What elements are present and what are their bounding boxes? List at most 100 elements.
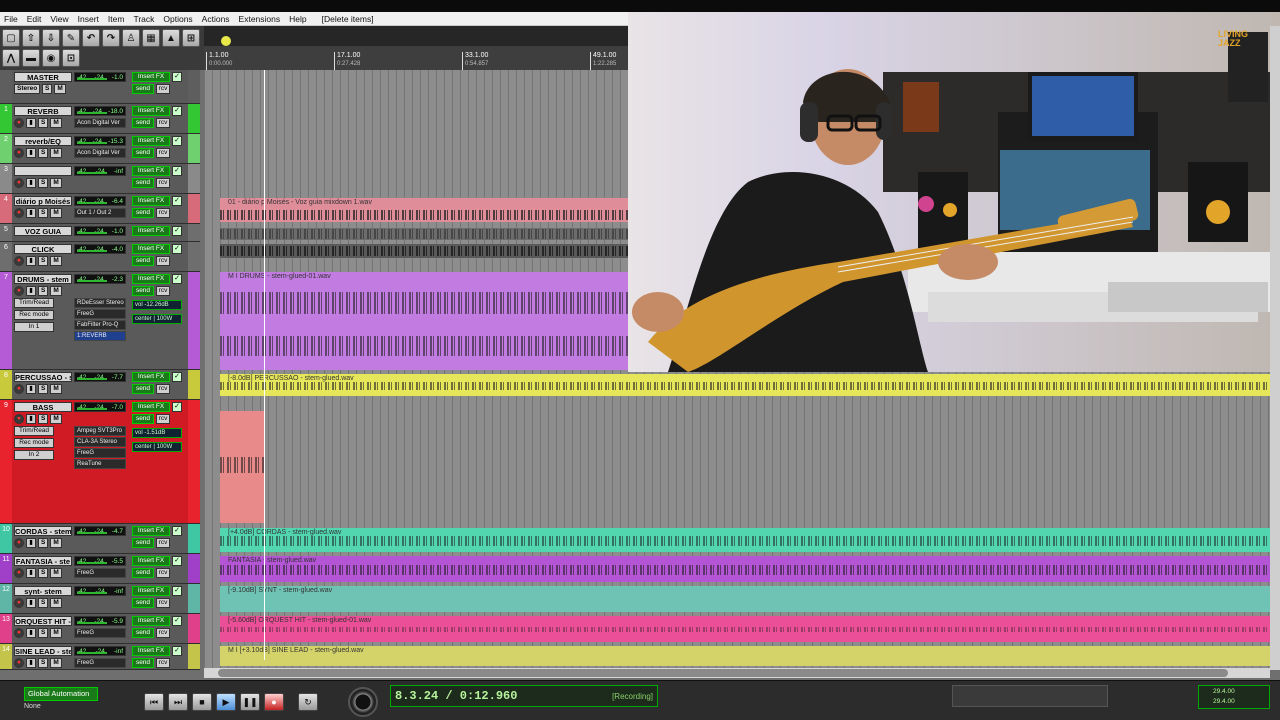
track-name[interactable]: reverb/EQ (14, 136, 72, 146)
new-project-icon[interactable]: ▢ (2, 29, 20, 47)
volume-readout[interactable]: vol -1.51dB (132, 428, 182, 438)
track-name[interactable]: ORQUEST HIT - (14, 616, 72, 626)
repeat-icon[interactable]: ↻ (298, 693, 318, 711)
insert-fx-button[interactable]: Insert FX (132, 166, 170, 176)
track-10[interactable]: 10 CORDAS - stem -42 -24 -4.7 Insert FX ✓ ● ▮ S Ms… (0, 524, 200, 554)
track-meter[interactable]: -42 -24 -18.0 (74, 106, 126, 116)
record-arm-icon[interactable]: ● (14, 384, 24, 394)
mute-button[interactable]: M (50, 568, 62, 578)
send-button[interactable]: send (132, 598, 154, 608)
record-arm-icon[interactable]: ● (14, 256, 24, 266)
insert-fx-button[interactable]: Insert FX (132, 244, 170, 254)
fx-bypass-toggle[interactable]: ✓ (172, 402, 182, 412)
mute-button[interactable]: M (50, 658, 62, 668)
track-name[interactable]: BASS (14, 402, 72, 412)
mute-button[interactable]: M (50, 118, 62, 128)
pan-readout[interactable]: center | 100W (132, 314, 182, 324)
media-item-percussao[interactable]: [-8.0dB] PERCUSSAO - stem-glued.wav (220, 374, 1280, 396)
track-meter[interactable]: -42 -24 -15.3 (74, 136, 126, 146)
io-icon[interactable]: ▮ (26, 148, 36, 158)
mute-button[interactable]: M (50, 256, 62, 266)
undo-icon[interactable]: ↶ (82, 29, 100, 47)
mute-button[interactable]: M (50, 628, 62, 638)
receive-button[interactable]: rcv (156, 384, 170, 394)
fx-slot[interactable]: FreeG (74, 309, 126, 319)
receive-button[interactable]: rcv (156, 286, 170, 296)
mute-button[interactable]: M (50, 148, 62, 158)
record-arm-icon[interactable]: ● (14, 598, 24, 608)
fx-bypass-toggle[interactable]: ✓ (172, 196, 182, 206)
track-meter[interactable]: -42 -24 -4.0 (74, 244, 126, 254)
track-3[interactable]: 3 -42 -24 -inf Insert FX ✓ ● ▮ S Msend rcv (0, 164, 200, 194)
fx-bypass-toggle[interactable]: ✓ (172, 556, 182, 566)
crossfade-icon[interactable]: ▬ (22, 49, 40, 67)
send-button[interactable]: send (132, 118, 154, 128)
send-button[interactable]: send (132, 568, 154, 578)
track-name[interactable]: CLICK (14, 244, 72, 254)
receive-button[interactable]: rcv (156, 628, 170, 638)
menu-view[interactable]: View (50, 14, 68, 24)
track-name[interactable]: REVERB (14, 106, 72, 116)
send-button[interactable]: send (132, 84, 154, 94)
receive-button[interactable]: rcv (156, 414, 170, 424)
media-item-sine-lead[interactable]: M I [+3.10dB] SINE LEAD - stem-glued.wav (220, 646, 1280, 666)
media-item-bass-recording[interactable] (220, 411, 264, 523)
receive-button[interactable]: rcv (156, 208, 170, 218)
open-icon[interactable]: ⇧ (22, 29, 40, 47)
track-name[interactable]: SINE LEAD - ste (14, 646, 72, 656)
record-arm-icon[interactable]: ● (14, 414, 24, 424)
tempo-knob[interactable] (348, 687, 378, 717)
track-option-button[interactable]: Rec mode (14, 310, 54, 320)
menu-edit[interactable]: Edit (27, 14, 42, 24)
media-item-voz-guia[interactable] (220, 228, 628, 240)
record-arm-icon[interactable]: ● (14, 148, 24, 158)
fx-bypass-toggle[interactable]: ✓ (172, 526, 182, 536)
track-1[interactable]: 1 REVERB -42 -24 -18.0 Insert FX ✓ ● ▮ S Msend rcv A… (0, 104, 200, 134)
time-display[interactable]: 8.3.24 / 0:12.960 [Recording] (390, 685, 658, 707)
io-icon[interactable]: ▮ (26, 208, 36, 218)
solo-button[interactable]: S (42, 84, 53, 94)
solo-button[interactable]: S (38, 414, 49, 424)
record-arm-icon[interactable]: ● (14, 286, 24, 296)
solo-button[interactable]: S (38, 384, 49, 394)
timeline-ruler[interactable]: 1.1.00 0:00.000 17.1.00 0:27.428 33.1.00 0:… (204, 26, 628, 70)
menu-file[interactable]: File (4, 14, 18, 24)
mute-button[interactable]: M (50, 598, 62, 608)
track-12[interactable]: 12 synt- stem -42 -24 -inf Insert FX ✓ ● ▮ S Msend… (0, 584, 200, 614)
track-name[interactable]: FANTASIA - ste (14, 556, 72, 566)
fx-slot[interactable]: FabFilter Pro-Q (74, 320, 126, 330)
receive-button[interactable]: rcv (156, 84, 170, 94)
insert-fx-button[interactable]: Insert FX (132, 72, 170, 82)
track-name[interactable] (14, 166, 72, 176)
scrollbar-thumb[interactable] (218, 669, 1228, 677)
send-button[interactable]: send (132, 414, 154, 424)
loop-range-display[interactable]: 29.4.00 29.4.00 (1198, 685, 1270, 709)
stop-icon[interactable]: ■ (192, 693, 212, 711)
track-meter[interactable]: -42 -24 -5.5 (74, 556, 126, 566)
mute-button[interactable]: M (50, 414, 62, 424)
media-item-click[interactable] (220, 244, 628, 258)
selection-display[interactable] (952, 685, 1108, 707)
track-5[interactable]: 5 VOZ GUIA -42 -24 -1.0 Insert FX ✓ (0, 224, 200, 242)
io-icon[interactable]: ▮ (26, 178, 36, 188)
insert-fx-button[interactable]: Insert FX (132, 136, 170, 146)
redo-icon[interactable]: ↷ (102, 29, 120, 47)
send-button[interactable]: send (132, 628, 154, 638)
track-8[interactable]: 8 PERCUSSAO - s -42 -24 -7.7 Insert FX ✓ ● ▮ S Mse… (0, 370, 200, 400)
mute-button[interactable]: M (50, 384, 62, 394)
fx-slot[interactable]: FreeG (74, 628, 126, 638)
menu-track[interactable]: Track (133, 14, 154, 24)
record-arm-icon[interactable]: ● (14, 118, 24, 128)
snap-icon[interactable]: ⊞ (182, 29, 200, 47)
envelope-icon[interactable]: ⋀ (2, 49, 20, 67)
solo-button[interactable]: S (38, 256, 49, 266)
io-icon[interactable]: ▮ (26, 286, 36, 296)
track-meter[interactable]: -42 -24 -inf (74, 586, 126, 596)
media-item-cordas[interactable]: [+4.0dB] CORDAS - stem-glued.wav (220, 528, 1280, 552)
fx-slot[interactable]: 1:REVERB (74, 331, 126, 341)
save-icon[interactable]: ⇩ (42, 29, 60, 47)
track-meter[interactable]: -42 -24 -1.0 (74, 72, 126, 82)
io-icon[interactable]: ▮ (26, 256, 36, 266)
mute-button[interactable]: M (50, 208, 62, 218)
insert-fx-button[interactable]: Insert FX (132, 402, 170, 412)
